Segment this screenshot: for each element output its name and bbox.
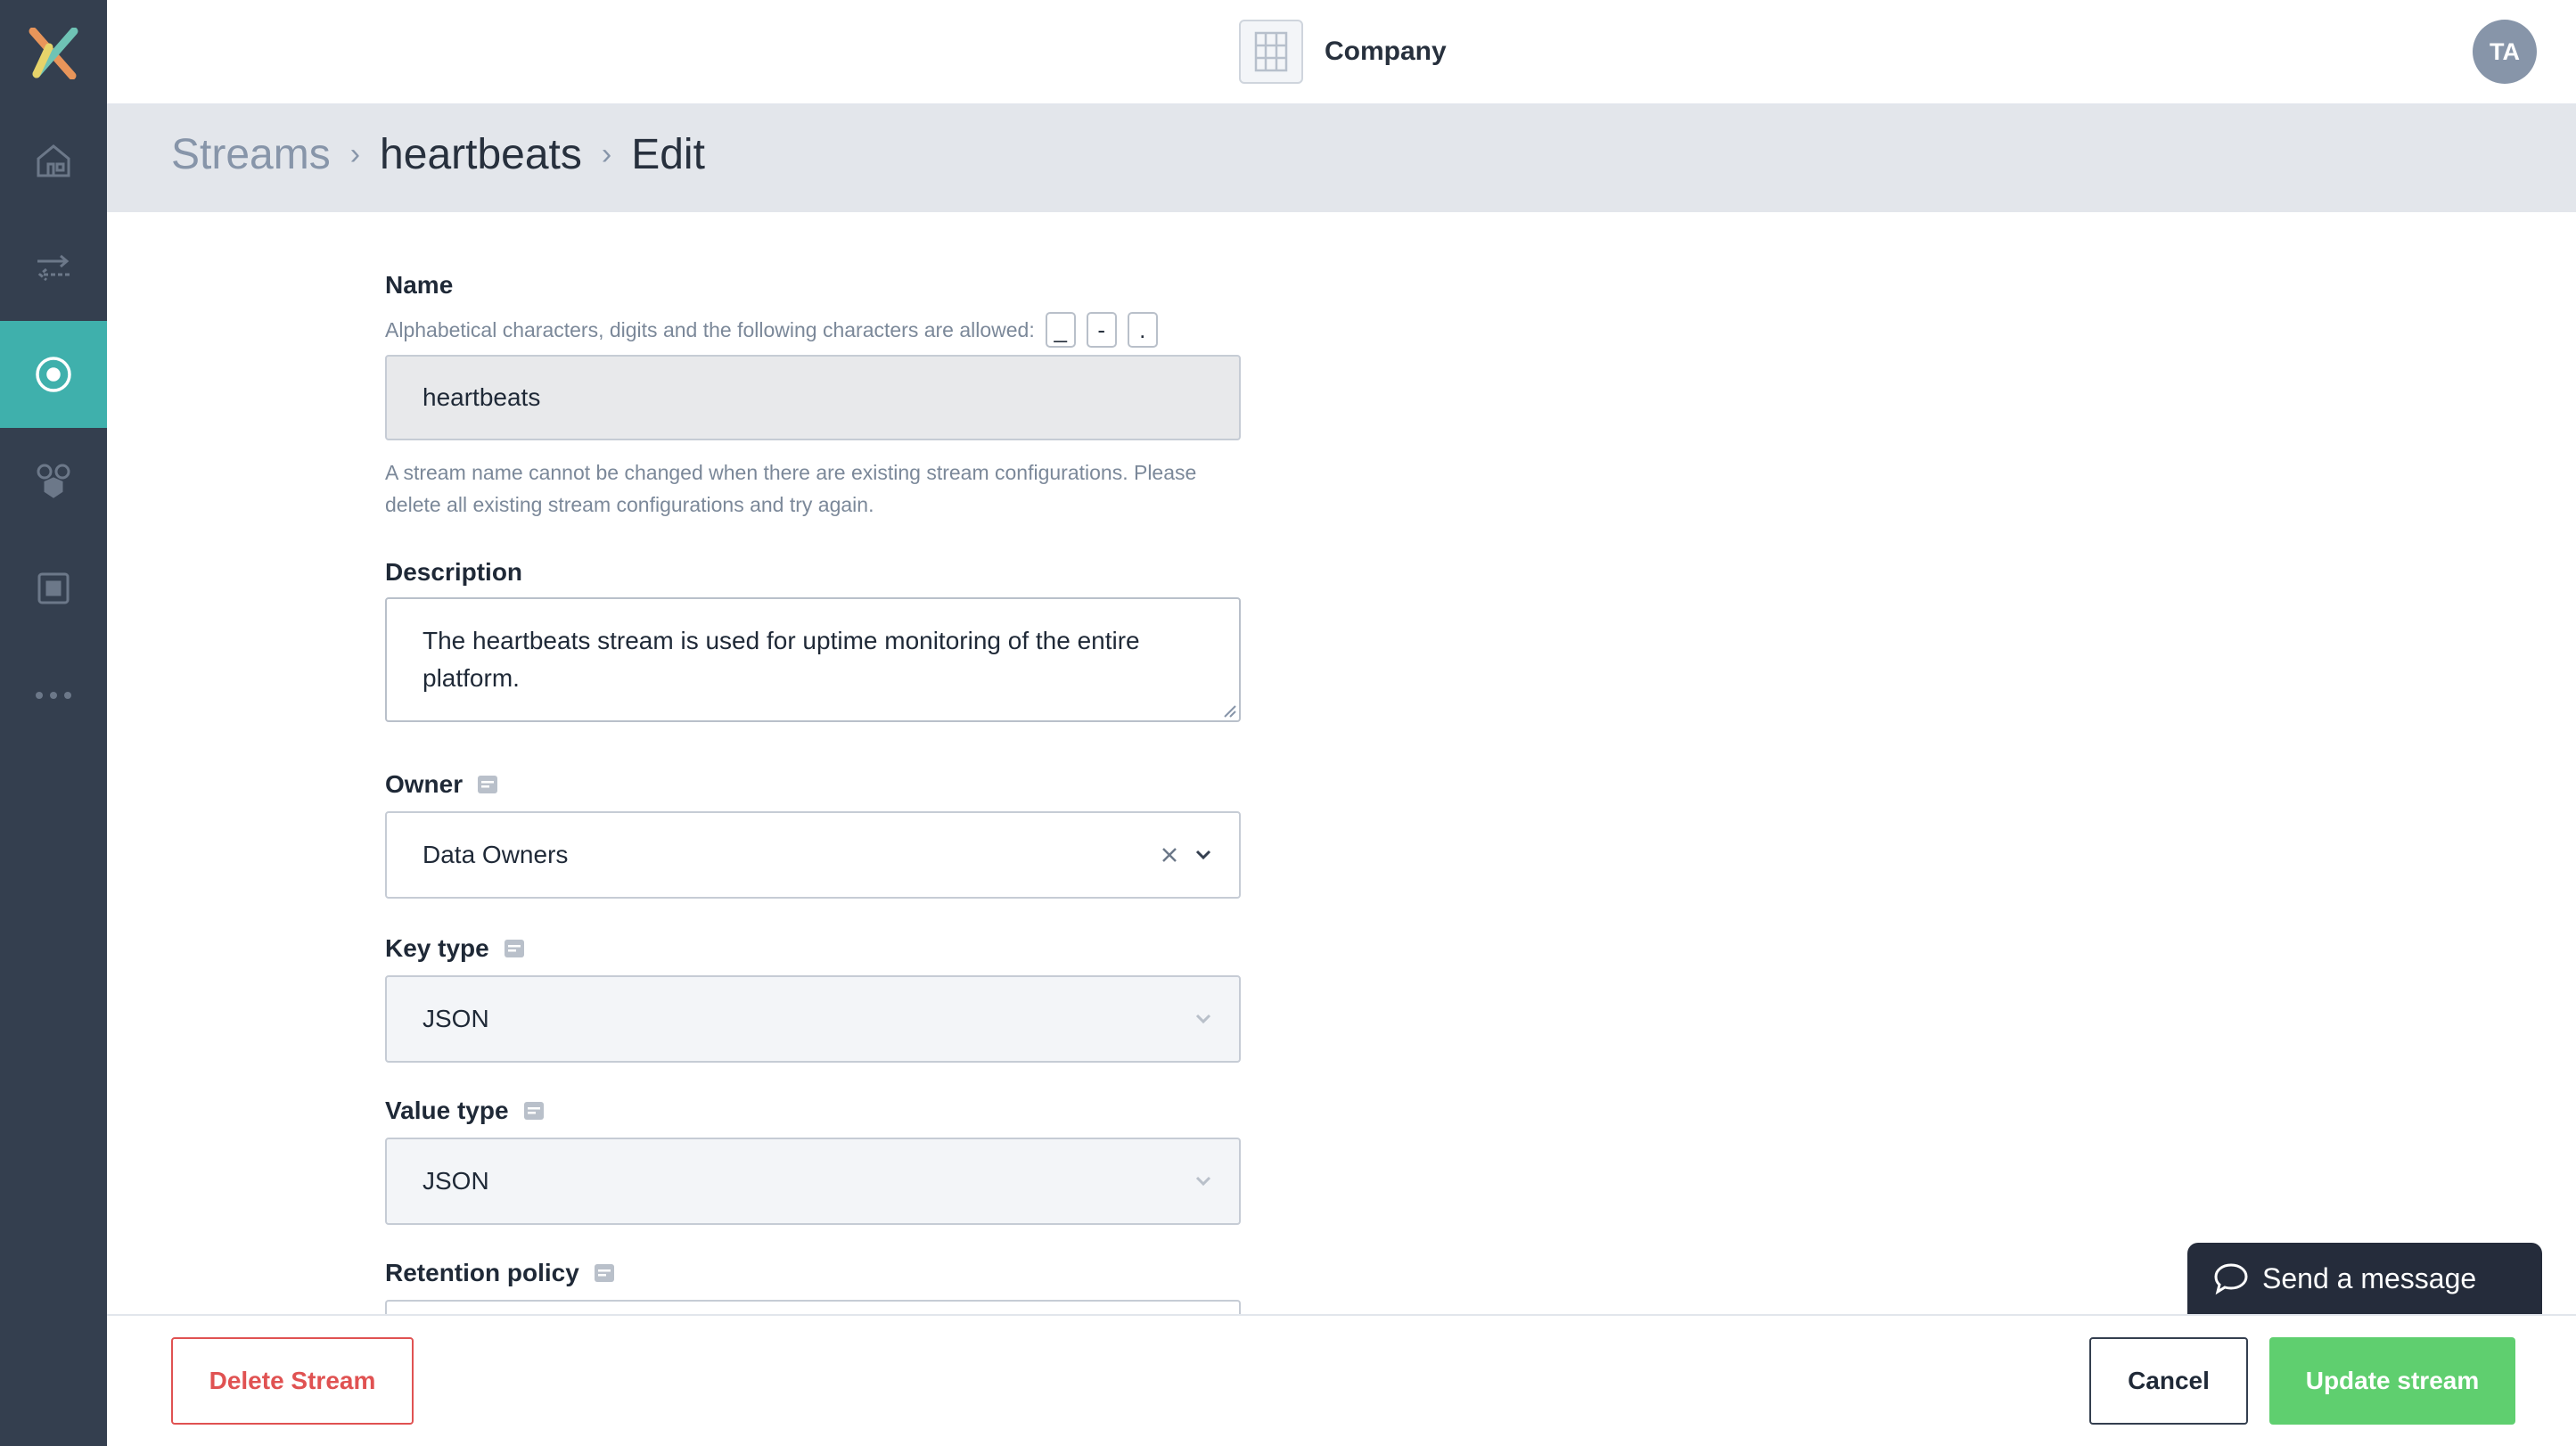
allowed-help-text: Alphabetical characters, digits and the … [385,318,1035,341]
name-allowed-help: Alphabetical characters, digits and the … [385,312,1241,348]
update-stream-button[interactable]: Update stream [2269,1337,2515,1425]
box-icon [37,572,70,604]
delete-stream-button[interactable]: Delete Stream [171,1337,414,1425]
owner-select-value: Data Owners [422,841,569,868]
value-type-select[interactable]: JSON [385,1138,1241,1225]
resize-grip-icon[interactable] [1221,702,1237,719]
logo-icon [29,28,78,79]
owner-label-text: Owner [385,770,464,798]
sidebar [0,0,107,1446]
breadcrumb-bar: Streams › heartbeats › Edit [107,105,2576,212]
chat-widget[interactable]: Send a message [2187,1243,2542,1314]
company-name: Company [1325,37,1447,66]
breadcrumb-streams[interactable]: Streams [171,130,331,179]
breadcrumb-stream[interactable]: heartbeats [380,130,582,179]
retention-policy-label: Retention policy [385,1259,615,1287]
name-label: Name [385,271,454,299]
key-type-select[interactable]: JSON [385,975,1241,1063]
home-icon [37,144,70,177]
breadcrumb: Streams › heartbeats › Edit [171,130,705,179]
stream-target-icon [36,357,71,392]
owner-select-controls [1161,813,1212,897]
company-switcher[interactable]: Company [1239,20,1447,84]
chevron-right-icon: › [349,137,361,171]
key-type-select-value: JSON [422,1005,489,1032]
info-icon[interactable] [523,1101,545,1121]
chevron-right-icon: › [601,137,612,171]
breadcrumb-current: Edit [631,131,705,178]
connectors-icon [37,464,70,498]
retention-policy-label-text: Retention policy [385,1259,579,1286]
chat-bubble-icon [2212,1261,2250,1295]
info-icon[interactable] [594,1263,615,1283]
allowed-char-underscore: _ [1045,312,1076,348]
key-type-label-text: Key type [385,934,489,962]
form-footer: Delete Stream Cancel Update stream [107,1314,2576,1446]
description-value: The heartbeats stream is used for uptime… [422,627,1140,692]
description-label: Description [385,558,523,586]
more-dots-icon [36,692,71,699]
allowed-char-dot: . [1127,312,1158,348]
company-logo [1239,20,1303,84]
value-type-select-controls [1194,1139,1212,1223]
owner-label: Owner [385,770,498,799]
sidebar-item-streams[interactable] [0,321,107,428]
chevron-down-icon[interactable] [1194,849,1212,861]
key-type-label: Key type [385,934,525,963]
transfer-arrows-icon [37,254,70,282]
info-icon[interactable] [477,775,498,794]
top-header: Company TA [107,0,2576,105]
key-type-select-controls [1194,977,1212,1061]
chat-label: Send a message [2262,1261,2477,1294]
allowed-char-dash: - [1086,312,1117,348]
building-icon [1254,31,1288,72]
app-logo[interactable] [0,0,107,107]
chevron-down-icon[interactable] [1194,1013,1212,1025]
name-input-value: heartbeats [422,383,541,411]
owner-select[interactable]: Data Owners [385,811,1241,899]
name-input[interactable]: heartbeats [385,355,1241,440]
chevron-down-icon[interactable] [1194,1175,1212,1187]
clear-icon[interactable] [1161,846,1178,864]
name-locked-help: A stream name cannot be changed when the… [385,461,1197,516]
sidebar-item-more[interactable] [0,642,107,749]
sidebar-item-apps[interactable] [0,535,107,642]
value-type-label-text: Value type [385,1097,509,1124]
sidebar-item-pipelines[interactable] [0,214,107,321]
description-textarea[interactable]: The heartbeats stream is used for uptime… [385,597,1241,722]
cancel-button[interactable]: Cancel [2089,1337,2248,1425]
info-icon[interactable] [504,939,525,958]
value-type-select-value: JSON [422,1167,489,1195]
user-avatar[interactable]: TA [2473,20,2537,84]
sidebar-item-home[interactable] [0,107,107,214]
value-type-label: Value type [385,1097,545,1125]
sidebar-item-connectors[interactable] [0,428,107,535]
